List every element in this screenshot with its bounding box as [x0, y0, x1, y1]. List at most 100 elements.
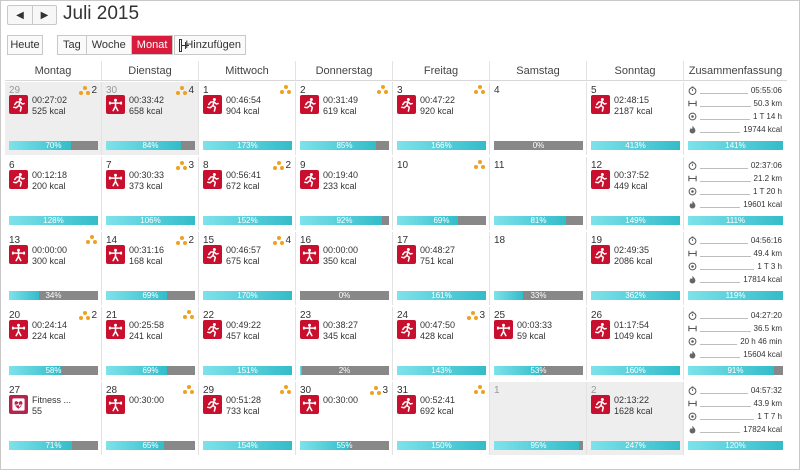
day-cell[interactable]: 30 3 00:30:00 55%	[296, 382, 393, 455]
summary-leader-line	[700, 317, 748, 319]
today-button[interactable]: Heute	[7, 35, 43, 55]
add-entry-button[interactable]: Hinzufügen	[174, 35, 246, 55]
day-cell[interactable]: 20 2 00:24:14 224 kcal 58%	[5, 307, 102, 380]
weightlifting-icon[interactable]	[300, 395, 319, 414]
day-cell[interactable]: 8 2 00:56:41 672 kcal 152%	[199, 157, 296, 230]
day-cell[interactable]: 11 81%	[490, 157, 587, 230]
activity-calories: 428 kcal	[420, 331, 454, 341]
running-person-icon[interactable]	[397, 395, 416, 414]
warning-indicator[interactable]: 3	[370, 385, 388, 396]
running-person-icon[interactable]	[9, 95, 28, 114]
day-cell[interactable]: 9 00:19:40 233 kcal 92%	[296, 157, 393, 230]
warning-indicator[interactable]	[377, 85, 388, 94]
day-cell[interactable]: 2 00:31:49 619 kcal 85%	[296, 82, 393, 155]
weightlifting-icon[interactable]	[106, 320, 125, 339]
day-goal-progress: 149%	[591, 216, 680, 225]
day-cell[interactable]: 30 4 00:33:42 658 kcal 84%	[102, 82, 199, 155]
warning-indicator[interactable]: 3	[176, 160, 194, 171]
weightlifting-icon[interactable]	[106, 395, 125, 414]
day-cell[interactable]: 2 02:13:22 1628 kcal 247%	[587, 382, 684, 455]
warning-indicator[interactable]	[183, 310, 194, 319]
day-cell[interactable]: 1 95%	[490, 382, 587, 455]
running-person-icon[interactable]	[397, 320, 416, 339]
weightlifting-icon[interactable]	[9, 245, 28, 264]
running-person-icon[interactable]	[300, 95, 319, 114]
day-cell[interactable]: 6 00:12:18 200 kcal 128%	[5, 157, 102, 230]
view-day-button[interactable]: Tag	[58, 36, 86, 54]
day-cell[interactable]: 13 00:00:00 300 kcal 34%	[5, 232, 102, 305]
running-person-icon[interactable]	[203, 395, 222, 414]
day-cell[interactable]: 15 4 00:46:57 675 kcal 170%	[199, 232, 296, 305]
weightlifting-icon[interactable]	[106, 95, 125, 114]
day-cell[interactable]: 14 2 00:31:16 168 kcal 69%	[102, 232, 199, 305]
running-person-icon[interactable]	[591, 95, 610, 114]
warning-indicator[interactable]: 4	[273, 235, 291, 246]
warning-indicator[interactable]: 2	[176, 235, 194, 246]
warning-indicator[interactable]: 2	[79, 85, 97, 96]
view-week-button[interactable]: Woche	[85, 36, 131, 54]
next-month-button[interactable]: ▶	[32, 6, 56, 24]
day-cell[interactable]: 23 00:38:27 345 kcal 2%	[296, 307, 393, 380]
day-cell[interactable]: 7 3 00:30:33 373 kcal 106%	[102, 157, 199, 230]
day-cell[interactable]: 27 Fitness ... 55 71%	[5, 382, 102, 455]
warning-indicator[interactable]	[86, 235, 97, 244]
weightlifting-icon[interactable]	[300, 320, 319, 339]
day-cell[interactable]: 25 00:03:33 59 kcal 53%	[490, 307, 587, 380]
day-cell[interactable]: 29 00:51:28 733 kcal 154%	[199, 382, 296, 455]
summary-leader-line	[700, 356, 741, 358]
weightlifting-icon[interactable]	[106, 170, 125, 189]
fitness-heart-icon[interactable]	[9, 395, 28, 414]
summary-kcal-value: 17824 kcal	[743, 424, 782, 434]
running-person-icon[interactable]	[203, 320, 222, 339]
day-cell[interactable]: 17 00:48:27 751 kcal 161%	[393, 232, 490, 305]
week-row: 27 Fitness ... 55 71% 28 00:30:00 65% 29 00:51:2…	[5, 382, 787, 455]
warning-indicator[interactable]	[474, 385, 485, 394]
warning-dots-icon	[176, 236, 188, 245]
day-cell[interactable]: 1 00:46:54 904 kcal 173%	[199, 82, 296, 155]
running-person-icon[interactable]	[397, 245, 416, 264]
activity-calories: 675 kcal	[226, 256, 260, 266]
warning-indicator[interactable]: 4	[176, 85, 194, 96]
day-goal-progress: 152%	[203, 216, 292, 225]
warning-indicator[interactable]	[280, 385, 291, 394]
day-cell[interactable]: 18 33%	[490, 232, 587, 305]
day-cell[interactable]: 28 00:30:00 65%	[102, 382, 199, 455]
running-person-icon[interactable]	[300, 170, 319, 189]
day-cell[interactable]: 29 2 00:27:02 525 kcal 70%	[5, 82, 102, 155]
day-cell[interactable]: 24 3 00:47:50 428 kcal 143%	[393, 307, 490, 380]
running-person-icon[interactable]	[203, 170, 222, 189]
weightlifting-icon[interactable]	[300, 245, 319, 264]
day-cell[interactable]: 21 00:25:58 241 kcal 69%	[102, 307, 199, 380]
day-cell[interactable]: 4 0%	[490, 82, 587, 155]
weightlifting-icon[interactable]	[106, 245, 125, 264]
day-cell[interactable]: 3 00:47:22 920 kcal 166%	[393, 82, 490, 155]
warning-indicator[interactable]	[474, 85, 485, 94]
running-person-icon[interactable]	[397, 95, 416, 114]
warning-indicator[interactable]	[474, 160, 485, 169]
running-person-icon[interactable]	[591, 245, 610, 264]
weightlifting-icon[interactable]	[9, 320, 28, 339]
day-cell[interactable]: 19 02:49:35 2086 kcal 362%	[587, 232, 684, 305]
day-cell[interactable]: 26 01:17:54 1049 kcal 160%	[587, 307, 684, 380]
previous-month-button[interactable]: ◀	[8, 6, 32, 24]
warning-indicator[interactable]	[183, 385, 194, 394]
running-person-icon[interactable]	[591, 170, 610, 189]
day-cell[interactable]: 5 02:48:15 2187 kcal 413%	[587, 82, 684, 155]
warning-indicator[interactable]: 2	[79, 310, 97, 321]
day-cell[interactable]: 10 69%	[393, 157, 490, 230]
day-cell[interactable]: 12 00:37:52 449 kcal 149%	[587, 157, 684, 230]
week-summary: 02:37:06 21.2 km 1 T 20 h 19601 kcal 111%	[684, 157, 787, 230]
running-person-icon[interactable]	[9, 170, 28, 189]
running-person-icon[interactable]	[591, 320, 610, 339]
view-month-button[interactable]: Monat	[130, 36, 173, 54]
warning-indicator[interactable]	[280, 85, 291, 94]
day-cell[interactable]: 16 00:00:00 350 kcal 0%	[296, 232, 393, 305]
day-cell[interactable]: 22 00:49:22 457 kcal 151%	[199, 307, 296, 380]
warning-indicator[interactable]: 2	[273, 160, 291, 171]
weightlifting-icon[interactable]	[494, 320, 513, 339]
running-person-icon[interactable]	[591, 395, 610, 414]
running-person-icon[interactable]	[203, 245, 222, 264]
warning-indicator[interactable]: 3	[467, 310, 485, 321]
day-cell[interactable]: 31 00:52:41 692 kcal 150%	[393, 382, 490, 455]
running-person-icon[interactable]	[203, 95, 222, 114]
